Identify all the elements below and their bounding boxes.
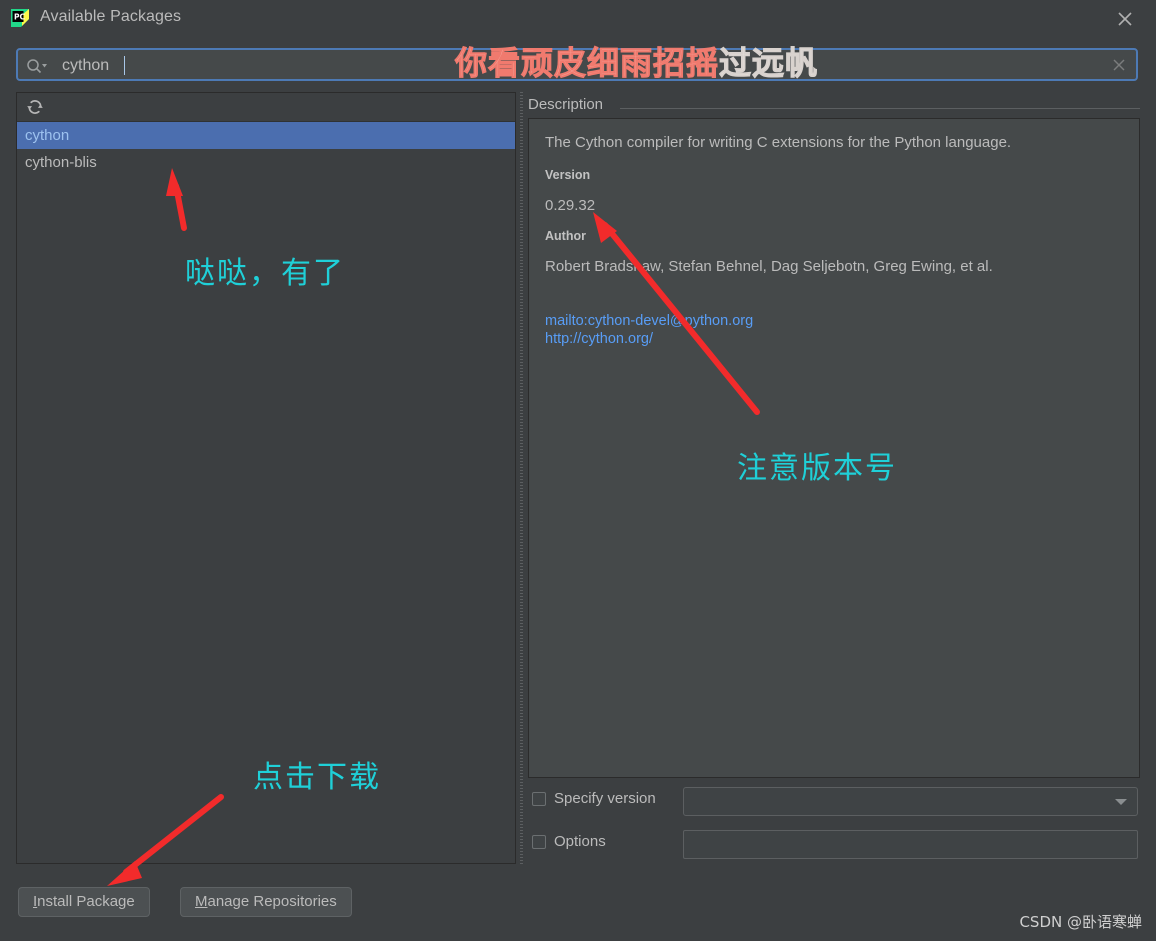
refresh-icon[interactable] [25, 97, 45, 117]
options-label: Options [554, 833, 606, 850]
homepage-link[interactable]: http://cython.org/ [545, 330, 1123, 349]
options-input[interactable] [683, 830, 1138, 859]
chevron-down-icon [1115, 799, 1127, 805]
panel-splitter[interactable] [518, 92, 526, 864]
mailto-link[interactable]: mailto:cython-devel@python.org [545, 312, 1123, 331]
install-package-button[interactable]: Install Package [18, 887, 150, 917]
description-legend: Description [528, 96, 610, 113]
version-select[interactable] [683, 787, 1138, 816]
description-section: Description The Cython compiler for writ… [528, 96, 1140, 786]
search-field[interactable] [16, 48, 1138, 81]
version-label: Version [545, 168, 591, 183]
search-input[interactable] [60, 50, 1074, 81]
csdn-watermark: CSDN @卧语寒蝉 [1019, 913, 1142, 931]
splitter-grip [520, 92, 523, 864]
specify-version-label: Specify version [554, 790, 656, 807]
clear-icon[interactable] [1110, 56, 1128, 74]
search-icon[interactable] [26, 57, 48, 75]
available-packages-dialog: PC Available Packages cython cython cyth… [0, 0, 1156, 941]
close-icon[interactable] [1114, 8, 1136, 30]
text-cursor [124, 56, 125, 75]
repos-mnemonic: M [195, 893, 208, 910]
repos-label-rest: anage Repositories [207, 893, 337, 910]
pycharm-logo-icon: PC [9, 7, 31, 29]
list-item[interactable]: cython [17, 122, 515, 149]
svg-text:PC: PC [14, 13, 25, 22]
page-title: Available Packages [40, 8, 182, 25]
package-list-panel: cython cython-blis [16, 92, 516, 864]
specify-version-checkbox[interactable] [532, 792, 546, 806]
list-toolbar [17, 93, 515, 122]
author-value: Robert Bradshaw, Stefan Behnel, Dag Selj… [545, 258, 993, 276]
list-item[interactable]: cython-blis [17, 149, 515, 176]
version-value: 0.29.32 [545, 197, 596, 215]
package-list[interactable]: cython cython-blis [17, 122, 515, 862]
description-summary: The Cython compiler for writing C extens… [545, 134, 1012, 151]
install-label-rest: nstall Package [37, 893, 135, 910]
options-checkbox[interactable] [532, 835, 546, 849]
manage-repositories-button[interactable]: Manage Repositories [180, 887, 352, 917]
title-bar: PC Available Packages [0, 0, 1156, 38]
author-label: Author [545, 229, 586, 244]
legend-divider [620, 108, 1140, 109]
description-box: The Cython compiler for writing C extens… [528, 118, 1140, 778]
